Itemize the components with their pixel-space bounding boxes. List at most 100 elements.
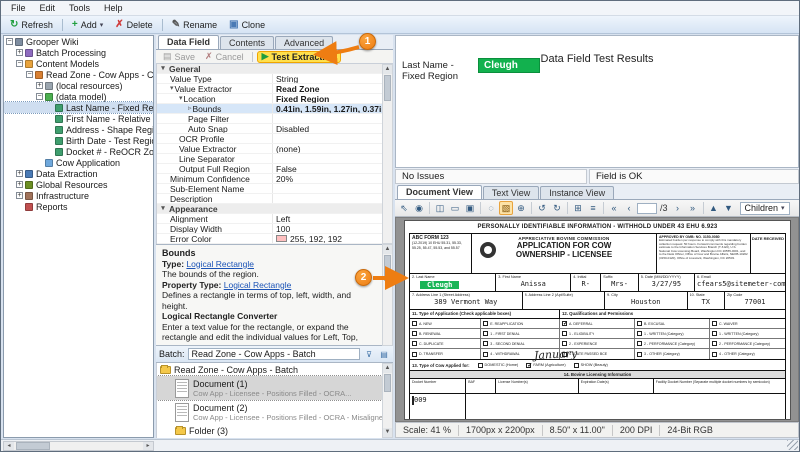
tree-item[interactable]: +Data Extraction	[4, 168, 153, 179]
save-button[interactable]: ▤Save	[159, 51, 199, 63]
tab-instance-view[interactable]: Instance View	[540, 186, 614, 199]
filter-icon[interactable]: ⊽	[363, 348, 375, 360]
property-row[interactable]: Auto SnapDisabled	[157, 124, 382, 134]
property-category[interactable]: ▾General	[157, 64, 382, 74]
property-row[interactable]: AlignmentLeft	[157, 214, 382, 224]
tab-contents[interactable]: Contents	[220, 36, 274, 49]
delete-button[interactable]: ✗Delete	[109, 18, 158, 32]
tree-expand-icon[interactable]: +	[16, 181, 23, 188]
property-value[interactable]: False	[273, 164, 382, 173]
property-value[interactable]: 255, 192, 192	[273, 234, 382, 243]
cancel-button[interactable]: ✗Cancel	[201, 51, 248, 63]
property-grid-scrollbar[interactable]: ▲	[382, 64, 393, 244]
pan-tool[interactable]: ◉	[412, 201, 426, 215]
property-row[interactable]: Description	[157, 194, 382, 204]
rotate-left-tool[interactable]: ↺	[535, 201, 549, 215]
scroll-right-icon[interactable]: ▸	[143, 442, 153, 450]
select-tool[interactable]: ⇖	[397, 201, 411, 215]
tree-item[interactable]: +Infrastructure	[4, 190, 153, 201]
tree-collapse-icon[interactable]: −	[26, 71, 33, 78]
help-proptype-link[interactable]: Logical Rectangle	[224, 280, 292, 290]
thumbnails-tool[interactable]: ⊞	[571, 201, 585, 215]
tree-item[interactable]: Last Name - Fixed Region	[4, 102, 153, 113]
zoom-tool[interactable]: ⊕	[514, 201, 528, 215]
property-row[interactable]: ▾LocationFixed Region	[157, 94, 382, 104]
property-row[interactable]: ▹Bounds0.41in, 1.59in, 1.27in, 0.37in	[157, 104, 382, 114]
next-page-button[interactable]: ›	[671, 201, 685, 215]
property-value[interactable]	[273, 134, 382, 143]
help-pane-scrollbar[interactable]: ▲	[382, 244, 393, 346]
menu-edit[interactable]: Edit	[33, 2, 63, 14]
property-row[interactable]: Page Filter	[157, 114, 382, 124]
batch-name-box[interactable]: Read Zone - Cow Apps - Batch	[188, 348, 360, 360]
menu-file[interactable]: File	[4, 2, 33, 14]
property-value[interactable]: String	[273, 74, 382, 83]
tree-item[interactable]: +(local resources)	[4, 80, 153, 91]
tree-collapse-icon[interactable]: −	[6, 38, 13, 45]
property-value[interactable]: 0.41in, 1.59in, 1.27in, 0.37in	[273, 104, 382, 113]
tab-document-view[interactable]: Document View	[397, 185, 482, 199]
property-row[interactable]: Error Color255, 192, 192	[157, 234, 382, 244]
tree-expand-icon[interactable]: +	[36, 82, 43, 89]
property-value[interactable]: (none)	[273, 144, 382, 153]
tree-item[interactable]: Address - Shape Region	[4, 124, 153, 135]
tab-advanced[interactable]: Advanced	[275, 36, 333, 49]
property-row[interactable]: Display Width100	[157, 224, 382, 234]
rename-button[interactable]: ✎Rename	[166, 18, 223, 32]
tree-item[interactable]: First Name - Relative Region	[4, 113, 153, 124]
tree-collapse-icon[interactable]: −	[16, 60, 23, 67]
property-value[interactable]: Disabled	[273, 124, 382, 133]
property-row[interactable]: Line Separator	[157, 154, 382, 164]
tree-item[interactable]: +Global Resources	[4, 179, 153, 190]
tree-item[interactable]: Birth Date - Test Region	[4, 135, 153, 146]
property-value[interactable]	[273, 194, 382, 203]
prev-child-button[interactable]: ▲	[707, 201, 721, 215]
expander-icon[interactable]: ▹	[188, 104, 192, 113]
menu-tools[interactable]: Tools	[62, 2, 97, 14]
batch-properties-icon[interactable]: ▤	[378, 348, 390, 360]
expander-icon[interactable]: ▾	[170, 84, 174, 93]
tree-item[interactable]: −Grooper Wiki	[4, 36, 153, 47]
test-extraction-button[interactable]: ▶Test Extraction	[257, 51, 341, 63]
scroll-thumb[interactable]	[16, 442, 50, 450]
property-value[interactable]: Read Zone	[273, 84, 382, 93]
property-row[interactable]: Minimum Confidence20%	[157, 174, 382, 184]
fit-width-tool[interactable]: ◫	[433, 201, 447, 215]
rotate-right-tool[interactable]: ↻	[550, 201, 564, 215]
tree-expand-icon[interactable]: +	[16, 170, 23, 177]
tree-item[interactable]: −Read Zone - Cow Apps - Content Mo	[4, 69, 153, 80]
property-value[interactable]: 20%	[273, 174, 382, 183]
tab-text-view[interactable]: Text View	[483, 186, 539, 199]
last-page-button[interactable]: »	[686, 201, 700, 215]
first-page-button[interactable]: «	[607, 201, 621, 215]
refresh-button[interactable]: ↻Refresh	[4, 18, 59, 32]
next-child-button[interactable]: ▼	[722, 201, 736, 215]
clone-button[interactable]: ▣Clone	[223, 18, 271, 32]
batch-folder-item[interactable]: Folder (3)	[157, 424, 382, 437]
property-category[interactable]: ▾Appearance	[157, 204, 382, 214]
tree-horizontal-scrollbar[interactable]: ◂ ▸	[3, 441, 154, 451]
property-value[interactable]: Fixed Region	[273, 94, 382, 103]
tree-item[interactable]: +Batch Processing	[4, 47, 153, 58]
tree-collapse-icon[interactable]: −	[36, 93, 43, 100]
property-value[interactable]	[273, 184, 382, 193]
page-number-input[interactable]	[637, 203, 657, 214]
help-type-link[interactable]: Logical Rectangle	[186, 259, 254, 269]
lasso-tool[interactable]: ◌	[484, 201, 498, 215]
property-value[interactable]: Left	[273, 214, 382, 223]
expander-icon[interactable]: ▾	[179, 94, 183, 103]
children-dropdown[interactable]: Children▾	[740, 202, 790, 215]
property-row[interactable]: Value TypeString	[157, 74, 382, 84]
resize-grip[interactable]	[787, 440, 798, 450]
tree-item[interactable]: −Content Models	[4, 58, 153, 69]
tree-item[interactable]: Reports	[4, 201, 153, 212]
property-row[interactable]: Sub-Element Name	[157, 184, 382, 194]
result-field-value[interactable]: Cleugh	[478, 58, 540, 73]
fit-page-tool[interactable]: ▭	[448, 201, 462, 215]
tree-item[interactable]: Docket # - ReOCR Zone	[4, 146, 153, 157]
property-row[interactable]: Output Full RegionFalse	[157, 164, 382, 174]
batch-document-item[interactable]: Document (2)Cow App - Licensee - Positio…	[157, 400, 382, 424]
layers-tool[interactable]: ≡	[586, 201, 600, 215]
tree-item[interactable]: −(data model)	[4, 91, 153, 102]
tree-expand-icon[interactable]: +	[16, 49, 23, 56]
